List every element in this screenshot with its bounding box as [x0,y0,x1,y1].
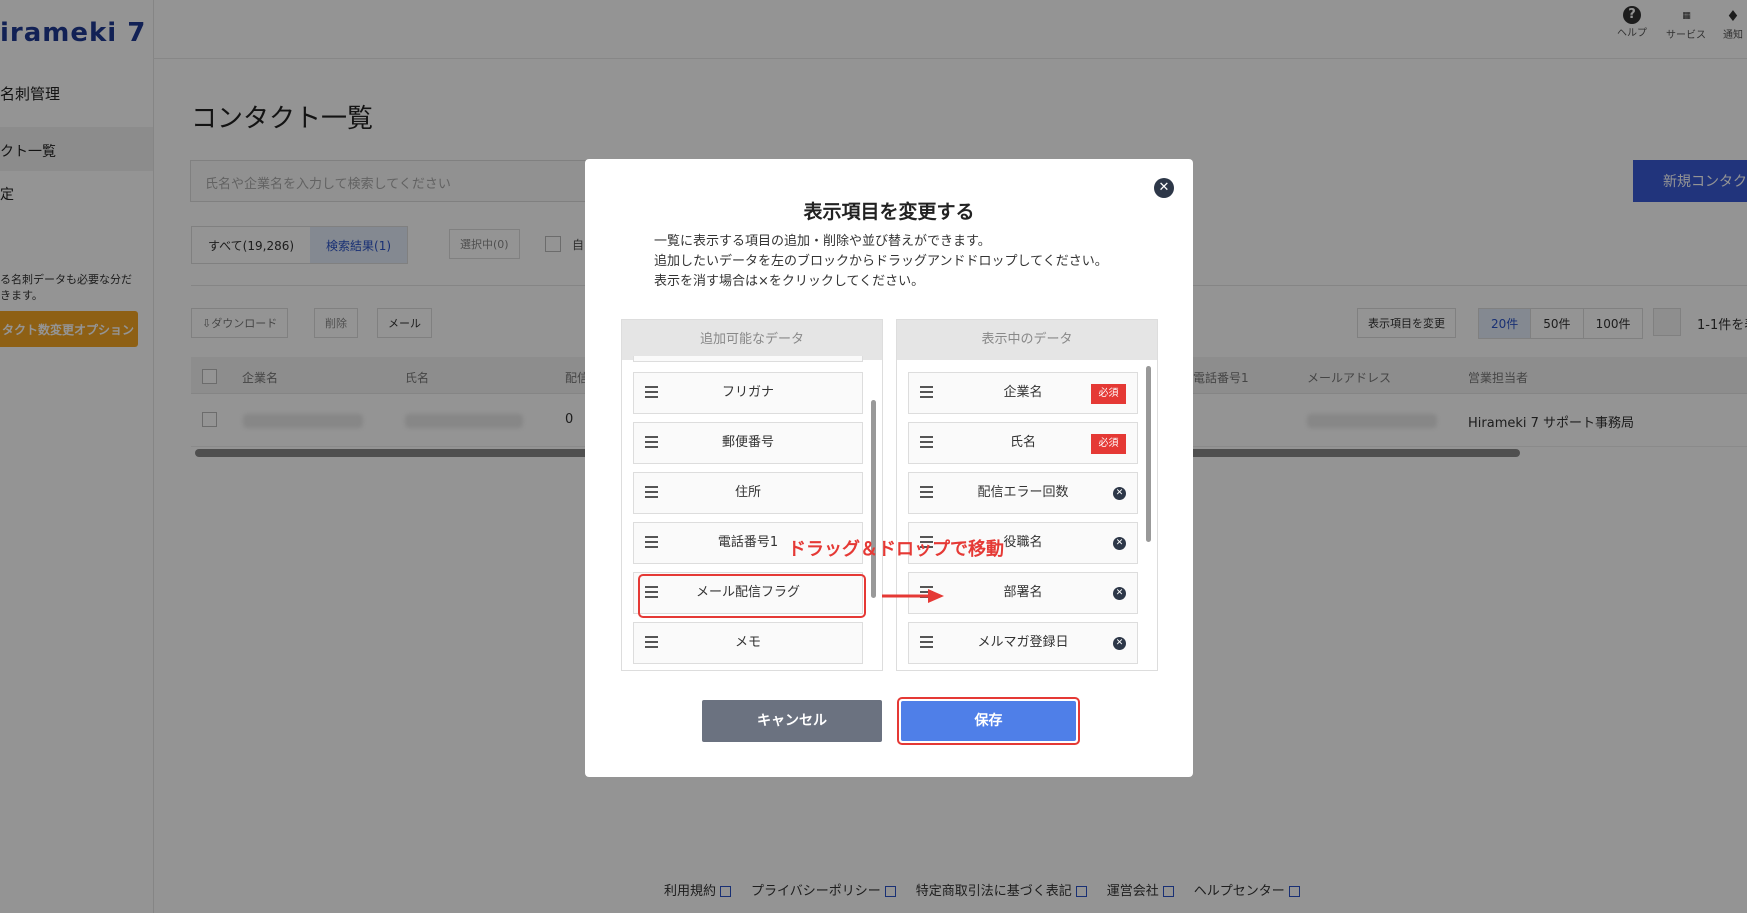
available-list: フリガナ 郵便番号 住所 電話番号1 メール配信フラグ メモ [622,356,882,670]
save-button[interactable]: 保存 [901,701,1076,741]
displayed-scrollbar[interactable] [1146,366,1151,542]
available-data-panel: 追加可能なデータ フリガナ 郵便番号 住所 電話番号1 メール配信フラグ メモ [621,319,883,671]
available-item-memo[interactable]: メモ [633,622,863,664]
displayed-panel-header: 表示中のデータ [897,320,1157,360]
required-badge: 必須 [1091,384,1126,404]
remove-icon[interactable]: ✕ [1113,587,1126,600]
displayed-list: 企業名 必須 氏名 必須 配信エラー回数 ✕ 役職名 ✕ 部署名 ✕ メルマガ登… [897,360,1157,670]
required-badge: 必須 [1091,434,1126,454]
available-panel-header: 追加可能なデータ [622,320,882,360]
drag-drop-annotation: ドラッグ＆ドロップで移動 [788,539,1004,560]
remove-icon[interactable]: ✕ [1113,487,1126,500]
list-item-partial [633,356,863,362]
remove-icon[interactable]: ✕ [1113,537,1126,550]
displayed-item-name[interactable]: 氏名 必須 [908,422,1138,464]
close-icon[interactable]: ✕ [1154,178,1174,198]
drag-highlight-box [638,574,866,618]
available-scrollbar[interactable] [871,400,876,598]
modal-desc-line: 一覧に表示する項目の追加・削除や並び替えができます。 [654,234,991,249]
available-item-furigana[interactable]: フリガナ [633,372,863,414]
available-item-postal[interactable]: 郵便番号 [633,422,863,464]
cancel-button[interactable]: キャンセル [702,700,882,742]
modal-desc-line: 表示を消す場合は×をクリックしてください。 [654,274,925,289]
displayed-item-delivery-errors[interactable]: 配信エラー回数 ✕ [908,472,1138,514]
modal-title: 表示項目を変更する [803,201,975,223]
drag-arrow-icon [882,589,944,603]
modal-desc-line: 追加したいデータを左のブロックからドラッグアンドドロップしてください。 [654,254,1108,269]
modal-description: 一覧に表示する項目の追加・削除や並び替えができます。 追加したいデータを左のブロ… [654,232,1108,292]
displayed-item-newsletter-date[interactable]: メルマガ登録日 ✕ [908,622,1138,664]
remove-icon[interactable]: ✕ [1113,637,1126,650]
available-item-address[interactable]: 住所 [633,472,863,514]
displayed-data-panel: 表示中のデータ 企業名 必須 氏名 必須 配信エラー回数 ✕ 役職名 ✕ 部署名… [896,319,1158,671]
displayed-item-company[interactable]: 企業名 必須 [908,372,1138,414]
